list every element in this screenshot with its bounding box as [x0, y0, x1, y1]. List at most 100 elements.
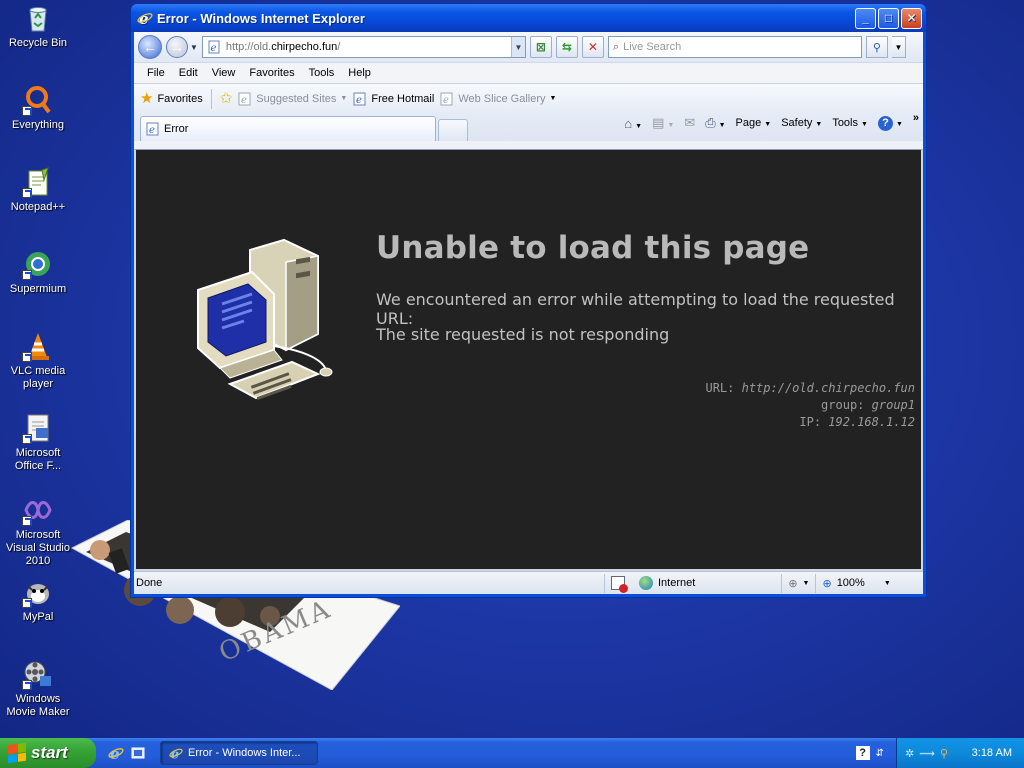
minimize-button[interactable]: _: [855, 7, 876, 29]
favorites-item-suggested-sites[interactable]: e Suggested Sites ▼: [238, 92, 347, 106]
forward-button[interactable]: →: [166, 36, 188, 58]
forward-arrow-icon: →: [170, 39, 184, 55]
desktop-icon-mypal[interactable]: MyPal: [0, 576, 76, 624]
svg-text:e: e: [241, 95, 247, 106]
supermium-browser-icon: [22, 248, 54, 280]
taskbar-button-label: Error - Windows Inter...: [188, 747, 301, 759]
menu-file[interactable]: File: [140, 67, 172, 79]
svg-text:e: e: [356, 95, 362, 106]
desktop-icon-label: VLC media player: [10, 365, 66, 390]
page-menu-button[interactable]: Page ▼: [736, 117, 772, 129]
desktop-icon-label: Supermium: [9, 283, 67, 295]
vlc-cone-icon: [22, 330, 54, 362]
favorites-separator: [210, 88, 212, 109]
ie-page-icon: e: [146, 122, 159, 136]
read-mail-button[interactable]: ✉: [684, 115, 695, 131]
refresh-button[interactable]: ⇆: [555, 36, 578, 58]
tools-menu-button[interactable]: Tools ▼: [832, 117, 868, 129]
back-arrow-icon: ←: [143, 39, 157, 55]
ie-logo-icon: e: [169, 747, 183, 760]
menu-view[interactable]: View: [205, 67, 243, 79]
detail-key: IP:: [799, 415, 822, 429]
desktop-icon-notepad-plus-plus[interactable]: Notepad++: [0, 166, 76, 214]
favorites-button[interactable]: ★ Favorites: [140, 91, 203, 106]
search-options-dropdown[interactable]: ▼: [891, 36, 906, 58]
start-button[interactable]: start: [0, 738, 96, 768]
security-zone-cell[interactable]: Internet: [604, 573, 701, 593]
desktop-icon-label: Microsoft Visual Studio 2010: [5, 529, 70, 567]
stop-icon: ✕: [587, 40, 598, 54]
desktop-icon-vlc[interactable]: VLC media player: [0, 330, 76, 391]
everything-search-icon: [22, 84, 54, 116]
desktop-icon-everything[interactable]: Everything: [0, 84, 76, 132]
clock[interactable]: 3:18 AM: [972, 747, 1024, 759]
show-desktop-icon[interactable]: [130, 745, 146, 761]
error-heading: Unable to load this page: [376, 230, 810, 266]
desktop-icon-visual-studio[interactable]: Microsoft Visual Studio 2010: [0, 494, 76, 568]
recent-pages-dropdown[interactable]: ▼: [190, 43, 198, 52]
toolbar-overflow-chevron[interactable]: »: [913, 112, 919, 124]
favorites-item-free-hotmail[interactable]: e Free Hotmail: [353, 92, 434, 106]
stop-button[interactable]: ✕: [581, 36, 604, 58]
menu-help[interactable]: Help: [341, 67, 378, 79]
menu-edit[interactable]: Edit: [172, 67, 205, 79]
window-titlebar[interactable]: e Error - Windows Internet Explorer _ □ …: [131, 4, 926, 32]
detail-key: URL:: [705, 381, 735, 395]
detail-value: 192.168.1.12: [828, 415, 915, 429]
maximize-button[interactable]: □: [878, 7, 899, 29]
desktop-icon-label: Windows Movie Maker: [6, 693, 70, 718]
desktop-icon-office[interactable]: Microsoft Office F...: [0, 412, 76, 473]
page-menu-label: Page: [735, 117, 762, 129]
zoom-control[interactable]: ⊕ 100% ▼: [815, 573, 896, 593]
notepad-plus-plus-icon: [22, 166, 54, 198]
ie-quicklaunch-icon[interactable]: e: [108, 745, 124, 761]
search-input[interactable]: ⌕ Live Search: [607, 36, 862, 58]
search-tray-icon[interactable]: ⚲: [940, 747, 948, 760]
tab-error[interactable]: e Error: [140, 116, 436, 141]
maximize-icon: □: [884, 11, 893, 25]
desktop-icon-label: Notepad++: [10, 201, 66, 213]
feeds-button[interactable]: ▤ ▼: [652, 115, 674, 131]
new-tab-button[interactable]: [438, 119, 468, 141]
desktop-icon-recycle-bin[interactable]: Recycle Bin: [0, 2, 76, 50]
recycle-bin-icon: [22, 2, 54, 34]
back-button[interactable]: ←: [138, 35, 162, 59]
volume-icon[interactable]: ⟿: [919, 747, 935, 760]
address-bar[interactable]: e http://old. chirpecho.fun / ▼: [201, 36, 526, 58]
globe-icon: [639, 576, 653, 590]
detail-group: group: group1: [705, 397, 915, 414]
protected-mode-cell[interactable]: ⊕ ▼: [781, 573, 815, 593]
help-icon: ?: [877, 115, 893, 131]
lock-sign-icon: ⊕: [788, 577, 798, 590]
address-prefix: http://old.: [225, 41, 272, 53]
compatibility-view-button[interactable]: ⊠: [529, 36, 552, 58]
help-menu-button[interactable]: ? ▼: [877, 115, 903, 131]
print-button[interactable]: ⎙ ▼: [705, 115, 725, 131]
menu-favorites[interactable]: Favorites: [242, 67, 301, 79]
status-text: Done: [136, 577, 163, 589]
close-button[interactable]: ✕: [901, 7, 922, 29]
detail-ip: IP: 192.168.1.12: [705, 414, 915, 431]
restore-arrows-icon[interactable]: ⇵: [876, 748, 884, 759]
desktop-icon-supermium[interactable]: Supermium: [0, 248, 76, 296]
search-button[interactable]: ⚲: [865, 36, 888, 58]
start-label: start: [31, 743, 68, 762]
taskbar-button-ie[interactable]: e Error - Windows Inter...: [160, 741, 318, 765]
safety-menu-button[interactable]: Safety ▼: [781, 117, 822, 129]
add-to-favorites-bar-icon[interactable]: ✩: [220, 91, 233, 106]
home-button[interactable]: ⌂ ▼: [624, 116, 642, 131]
menu-tools[interactable]: Tools: [302, 67, 342, 79]
tab-title: Error: [164, 123, 189, 135]
network-icon[interactable]: ✲: [905, 747, 914, 760]
help-question-icon[interactable]: ?: [855, 746, 870, 760]
favorites-label: Favorites: [157, 92, 203, 105]
error-details: URL: http://old.chirpecho.fun group: gro…: [705, 380, 915, 431]
chevron-down-icon: ▼: [340, 95, 348, 102]
svg-text:e: e: [443, 95, 449, 106]
favorites-item-web-slice-gallery[interactable]: e Web Slice Gallery ▼: [440, 92, 556, 106]
office-document-icon: [22, 412, 54, 444]
broken-computer-illustration: [197, 238, 333, 401]
address-dropdown-button[interactable]: ▼: [510, 37, 525, 57]
safety-menu-label: Safety: [781, 117, 813, 129]
desktop-icon-movie-maker[interactable]: Windows Movie Maker: [0, 658, 76, 719]
